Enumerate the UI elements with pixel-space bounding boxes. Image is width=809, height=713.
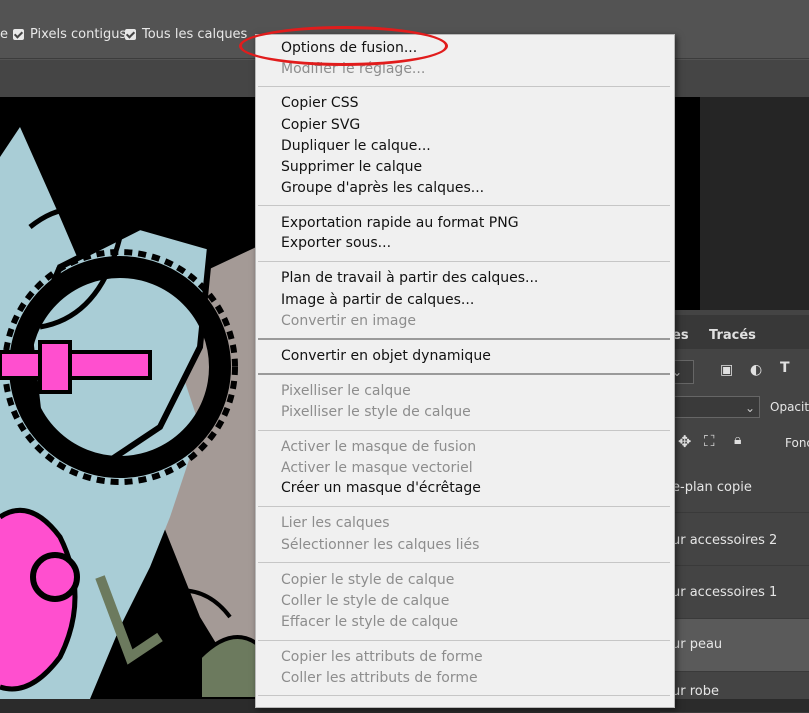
pixels-contigus-checkbox[interactable]: Pixels contigus xyxy=(13,27,126,42)
layer-row-selected[interactable]: ur peau xyxy=(660,619,809,672)
menu-item-image-a-partir-calques[interactable]: Image à partir de calques... xyxy=(281,291,474,309)
layer-name: e-plan copie xyxy=(672,480,752,495)
lock-position-icon[interactable]: ✥ xyxy=(678,432,691,451)
lock-artboard-icon[interactable]: ⛶ xyxy=(704,432,715,450)
menu-item-groupe-apres-calques[interactable]: Groupe d'après les calques... xyxy=(281,179,484,197)
text-filter-icon[interactable]: T xyxy=(780,360,790,376)
menu-item-creer-masque-ecretage[interactable]: Créer un masque d'écrêtage xyxy=(281,479,481,497)
menu-item-lier-les-calques: Lier les calques xyxy=(281,515,390,531)
menu-separator xyxy=(258,430,670,431)
adjustment-filter-icon[interactable]: ◐ xyxy=(750,362,762,378)
menu-separator xyxy=(258,695,670,696)
menu-separator xyxy=(258,261,670,262)
menu-item-copier-attributs-forme: Copier les attributs de forme xyxy=(281,649,483,665)
menu-item-copier-css[interactable]: Copier CSS xyxy=(281,94,359,112)
tous-les-calques-label: Tous les calques xyxy=(142,27,248,42)
checkbox-checked-icon xyxy=(125,29,136,40)
menu-item-plan-de-travail[interactable]: Plan de travail à partir des calques... xyxy=(281,269,538,287)
fill-label: Fonc xyxy=(785,436,809,450)
menu-item-convertir-en-image: Convertir en image xyxy=(281,313,416,329)
menu-item-coller-attributs-forme: Coller les attributs de forme xyxy=(281,670,478,686)
highlight-annotation-ellipse xyxy=(239,26,448,66)
menu-item-exporter-sous[interactable]: Exporter sous... xyxy=(281,234,391,252)
menu-separator xyxy=(258,373,670,375)
menu-item-pixelliser-le-calque: Pixelliser le calque xyxy=(281,383,411,399)
menu-item-activer-masque-fusion: Activer le masque de fusion xyxy=(281,439,477,455)
menu-item-exportation-rapide-png[interactable]: Exportation rapide au format PNG xyxy=(281,214,519,232)
blend-mode-dropdown[interactable]: ⌄ xyxy=(660,396,760,418)
layer-name: ur robe xyxy=(672,684,719,699)
menu-item-activer-masque-vectoriel: Activer le masque vectoriel xyxy=(281,460,473,476)
menu-item-copier-svg[interactable]: Copier SVG xyxy=(281,116,360,134)
option-cut-text: e xyxy=(0,27,8,42)
menu-separator xyxy=(258,205,670,206)
tab-traces[interactable]: Tracés xyxy=(709,328,756,343)
menu-item-pixelliser-le-style: Pixelliser le style de calque xyxy=(281,404,471,420)
layer-name: ur accessoires 1 xyxy=(672,585,778,600)
menu-item-selectionner-calques-lies: Sélectionner les calques liés xyxy=(281,537,480,553)
layer-row[interactable]: ur accessoires 1 xyxy=(660,566,809,619)
menu-separator xyxy=(258,338,670,340)
menu-separator xyxy=(258,640,670,641)
menu-separator xyxy=(258,562,670,563)
menu-item-supprimer-le-calque[interactable]: Supprimer le calque xyxy=(281,158,422,176)
layer-row[interactable]: e-plan copie xyxy=(660,460,809,513)
layer-name: ur accessoires 2 xyxy=(672,533,778,548)
menu-item-effacer-style-calque: Effacer le style de calque xyxy=(281,614,459,630)
menu-item-coller-style-calque: Coller le style de calque xyxy=(281,593,450,609)
menu-separator xyxy=(258,86,670,87)
image-filter-icon[interactable]: ▣ xyxy=(720,362,733,378)
menu-item-copier-style-calque: Copier le style de calque xyxy=(281,572,455,588)
pixels-contigus-label: Pixels contigus xyxy=(30,27,127,42)
panel-tabs: es Tracés xyxy=(660,315,809,349)
opacity-label: Opacit xyxy=(770,400,809,414)
layer-context-menu: Options de fusion... Modifier le réglage… xyxy=(255,34,675,708)
tous-les-calques-checkbox[interactable]: Tous les calques xyxy=(125,27,247,42)
lock-all-icon[interactable]: 🔒︎ xyxy=(734,432,741,448)
menu-item-dupliquer-le-calque[interactable]: Dupliquer le calque... xyxy=(281,137,431,155)
layers-panel: es Tracés ⌄ ▣ ◐ T ⌄ Opacit ✥ ⛶ 🔒︎ Fonc e… xyxy=(660,310,809,713)
layer-row[interactable]: ur robe xyxy=(660,672,809,713)
option-cut-label: e xyxy=(0,27,8,42)
menu-separator xyxy=(258,506,670,507)
menu-item-convertir-objet-dynamique[interactable]: Convertir en objet dynamique xyxy=(281,347,491,365)
layer-row[interactable]: ur accessoires 2 xyxy=(660,513,809,566)
checkbox-checked-icon xyxy=(13,29,24,40)
layer-name: ur peau xyxy=(672,637,723,652)
